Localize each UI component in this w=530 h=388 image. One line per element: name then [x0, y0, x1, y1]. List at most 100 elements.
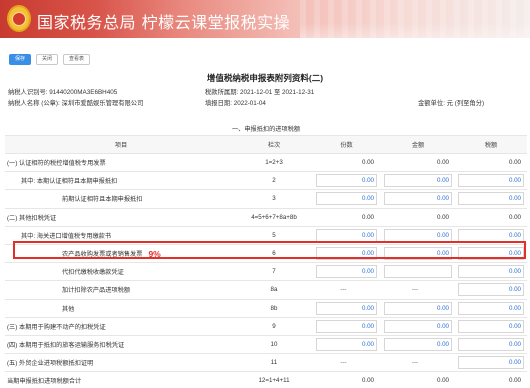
save-button[interactable]: 保存: [9, 54, 32, 65]
table-row: 前期认证相符且本期申报抵扣 3 0.00 0.00 0.00: [5, 190, 527, 209]
filled-date-value: 2022-01-04: [233, 100, 266, 107]
table-row: (二) 其他扣税凭证 4=5+6+7+8a+8b 0.00 0.00 0.00: [5, 209, 527, 227]
row-item-name: 当期申报抵扣进项税额合计: [7, 372, 235, 388]
row-item-name: 其中: 海关进口增值税专用缴款书: [7, 227, 235, 244]
tax-value: 0.00: [508, 377, 521, 385]
amount-value: 0.00: [436, 195, 449, 203]
table-row: (五) 外贸企业进项税额抵扣证明 11 --- --- 0.00: [5, 354, 527, 373]
section-title: 一、申报抵扣的进项税额: [231, 126, 301, 133]
col-header-amount: 金额: [411, 142, 425, 149]
tax-value: 0.00: [508, 340, 521, 348]
row-lane: 8a: [270, 286, 278, 294]
tax-value: 0.00: [508, 195, 521, 203]
section-header: 一、申报抵扣的进项税额: [5, 119, 527, 136]
count-value: 0.00: [361, 231, 374, 239]
amount-value: 0.00: [436, 322, 449, 330]
row-note: 9%: [148, 248, 161, 259]
tax-period-label: 税款所属期:: [205, 89, 239, 96]
row-lane: 8b: [270, 304, 278, 312]
row-item-name: (二) 其他扣税凭证: [7, 209, 235, 226]
row-lane: 3: [272, 195, 276, 203]
tax-period: 税款所属期: 2021-12-01 至 2021-12-31: [205, 87, 314, 96]
table-row: 农产品收购发票或者销售发票 9% 6 0.00 0.00 0.00: [5, 245, 527, 264]
row-item-text: 当期申报抵扣进项税额合计: [7, 378, 82, 386]
amount-unit-value: 元 (列至角分): [446, 100, 485, 107]
count-value: 0.00: [361, 377, 374, 385]
filled-date: 填报日期: 2022-01-04: [205, 98, 266, 107]
amount-value: 0.00: [436, 177, 449, 185]
amount-value: 0.00: [436, 250, 449, 258]
row-lane: 9: [272, 322, 276, 330]
table-row: 加计扣除农产品进项税额 8a --- --- 0.00: [5, 281, 527, 300]
tax-value: 0.00: [508, 159, 521, 167]
table-row: 其他 8b 0.00 0.00 0.00: [5, 300, 527, 318]
count-value: 0.00: [361, 213, 374, 221]
count-value: 0.00: [361, 250, 374, 258]
count-value: 0.00: [361, 159, 374, 167]
row-item-name: 农产品收购发票或者销售发票 9%: [7, 245, 235, 262]
close-button[interactable]: 关闭: [36, 54, 59, 65]
row-item-text: 其他: [62, 305, 75, 313]
tax-emblem-icon: [7, 5, 31, 32]
row-item-name: (三) 本期用于购建不动产的扣税凭证: [7, 318, 235, 335]
row-lane: 12=1+4+11: [258, 377, 290, 385]
count-value: ---: [340, 359, 347, 367]
table-row: 其中: 本期认证相符且本期申报抵扣 2 0.00 0.00 0.00: [5, 172, 527, 191]
tax-value: 0.00: [508, 250, 521, 258]
tax-value: 0.00: [508, 177, 521, 185]
deduction-table: 一、申报抵扣的进项税额 项目 栏次 份数 金额 税额 (一) 认证相符的税控增值…: [5, 119, 527, 388]
filled-date-label: 填报日期:: [205, 100, 232, 107]
row-item-name: (五) 外贸企业进项税额抵扣证明: [7, 354, 235, 371]
amount-value: 0.00: [436, 159, 449, 167]
amount-value: ---: [411, 286, 419, 294]
amount-value: 0.00: [436, 213, 449, 221]
amount-value: 0.00: [436, 231, 449, 239]
amount-unit: 金额单位: 元 (列至角分): [418, 98, 484, 107]
tax-period-value: 2021-12-01 至 2021-12-31: [239, 89, 315, 96]
row-item-text: (一) 认证相符的税控增值税专用发票: [7, 160, 106, 168]
tax-value: 0.00: [508, 268, 521, 276]
row-item-text: 其中: 本期认证相符且本期申报抵扣: [21, 178, 118, 186]
tax-value: 0.00: [508, 304, 521, 312]
table-row: 代扣代缴税收缴款凭证 7 0.00 0.00: [5, 263, 527, 282]
table-row: 当期申报抵扣进项税额合计 12=1+4+11 0.00 0.00 0.00: [5, 372, 527, 388]
table-header: 项目 栏次 份数 金额 税额: [5, 136, 527, 154]
amount-value: 0.00: [436, 377, 449, 385]
col-header-item: 项目: [114, 142, 128, 149]
tax-value: 0.00: [508, 322, 521, 330]
row-item-name: (四) 本期用于抵扣的旅客运输服务扣税凭证: [7, 336, 235, 353]
row-item-text: 前期认证相符且本期申报抵扣: [62, 196, 143, 204]
row-item-name: 其他: [7, 300, 235, 317]
row-item-text: 其中: 海关进口增值税专用缴款书: [21, 232, 112, 240]
row-item-text: 加计扣除农产品进项税额: [62, 287, 131, 295]
table-row: (一) 认证相符的税控增值税专用发票 1=2+3 0.00 0.00 0.00: [5, 154, 527, 173]
row-item-name: 前期认证相符且本期申报抵扣: [7, 190, 235, 207]
taxpayer-name-value: 深圳市爱酷娱乐管理有限公司: [61, 100, 144, 107]
header-title: 国家税务总局 柠檬云课堂报税实操: [37, 13, 291, 32]
count-value: 0.00: [361, 304, 374, 312]
row-item-text: (三) 本期用于购建不动产的扣税凭证: [7, 323, 106, 331]
count-value: 0.00: [361, 195, 374, 203]
amount-value: [381, 263, 455, 280]
row-lane: 1=2+3: [265, 159, 283, 167]
row-item-text: (四) 本期用于抵扣的旅客运输服务扣税凭证: [7, 341, 125, 349]
col-header-tax: 税额: [484, 142, 498, 149]
table-row: (四) 本期用于抵扣的旅客运输服务扣税凭证 10 0.00 0.00 0.00: [5, 336, 527, 355]
row-item-name: (一) 认证相符的税控增值税专用发票: [7, 154, 235, 171]
row-item-name: 加计扣除农产品进项税额: [7, 281, 235, 298]
table-row: 其中: 海关进口增值税专用缴款书 5 0.00 0.00 0.00: [5, 227, 527, 245]
row-lane: 4=5+6+7+8a+8b: [251, 213, 297, 221]
taxpayer-id: 纳税人识别号: 91440200MA3E6BH405: [8, 87, 117, 96]
site-header: 国家税务总局 柠檬云课堂报税实操: [0, 0, 530, 38]
amount-value: 0.00: [436, 304, 449, 312]
taxpayer-name-label: 纳税人名称 (公章):: [8, 100, 60, 107]
row-lane: 7: [272, 268, 276, 276]
amount-value: ---: [411, 359, 419, 367]
row-item-text: (五) 外贸企业进项税额抵扣证明: [7, 360, 94, 368]
row-lane: 6: [272, 250, 276, 258]
tax-value: 0.00: [508, 286, 521, 294]
tax-value: 0.00: [508, 213, 521, 221]
row-lane: 2: [272, 177, 276, 185]
col-header-count: 份数: [340, 142, 353, 149]
view-table-button[interactable]: 查看表: [63, 54, 91, 65]
